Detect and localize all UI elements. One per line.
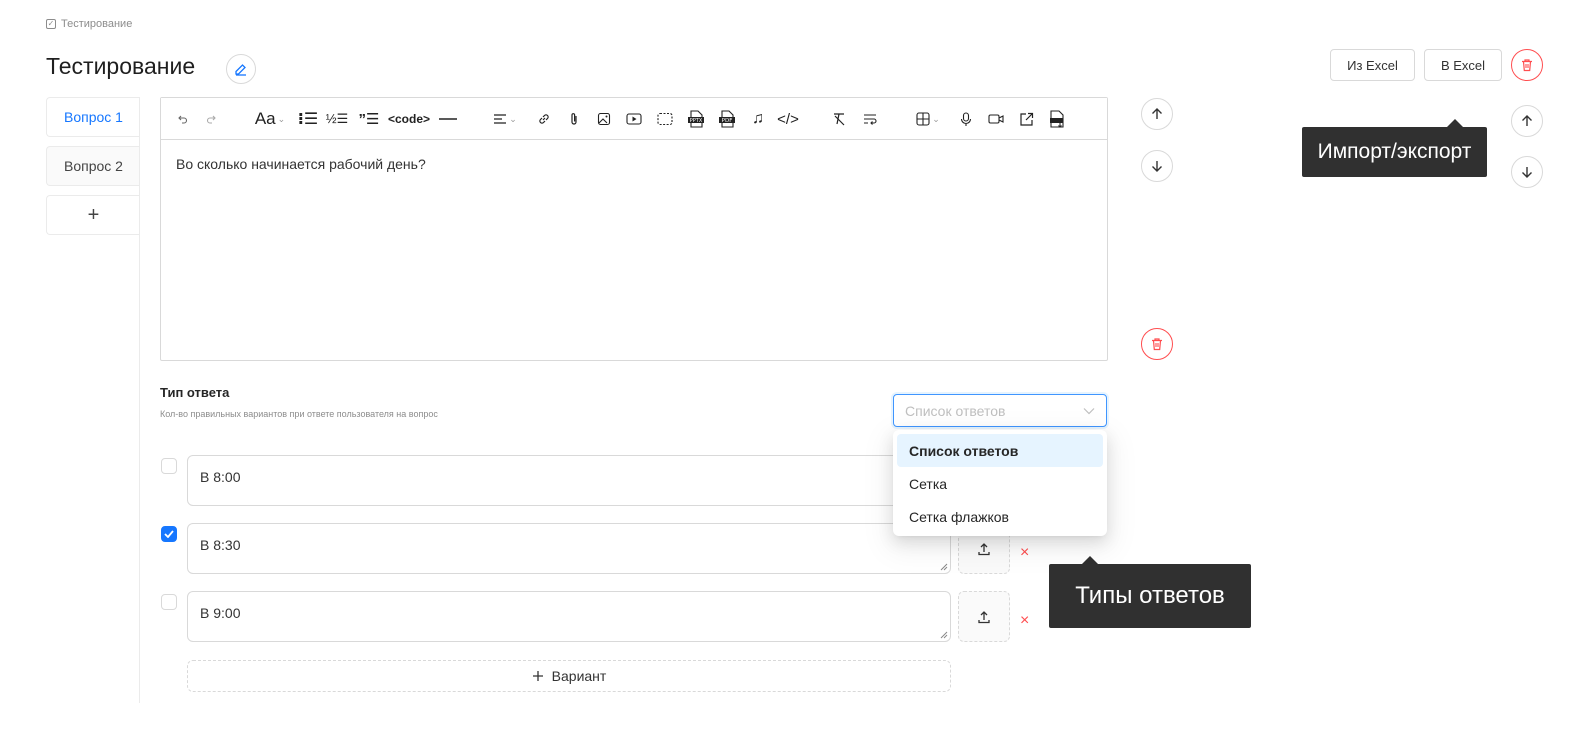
clear-format-icon[interactable] (828, 108, 850, 130)
trash-icon (1152, 338, 1162, 351)
move-down-button[interactable] (1511, 156, 1543, 188)
remove-answer-button[interactable]: × (1020, 544, 1029, 562)
video-icon[interactable] (623, 108, 645, 130)
answer-type-title: Тип ответа (160, 385, 230, 400)
import-excel-button[interactable]: Из Excel (1330, 49, 1415, 81)
link-icon[interactable] (533, 108, 555, 130)
bullet-list-icon[interactable]: ⁝☰ (297, 108, 319, 130)
html-source-button[interactable]: </> (775, 108, 801, 130)
answer-text: В 8:00 (200, 469, 241, 485)
add-question-button[interactable]: + (46, 195, 140, 235)
pptx-icon[interactable]: PPTX (684, 108, 708, 130)
page-title: Тестирование (46, 53, 196, 79)
image-icon[interactable] (593, 108, 615, 130)
answer-input-1[interactable]: В 8:00 (187, 455, 951, 506)
option-checkbox-grid[interactable]: Сетка флажков (897, 500, 1103, 533)
code-button[interactable]: <code> (388, 108, 430, 130)
chevron-down-icon (1083, 407, 1095, 414)
option-grid[interactable]: Сетка (897, 467, 1103, 500)
delete-test-button[interactable] (1511, 49, 1543, 81)
tooltip-import-export: Импорт/экспорт (1302, 127, 1487, 177)
attachment-icon[interactable] (563, 108, 585, 130)
quote-icon[interactable]: ”☰ (357, 108, 381, 130)
svg-text:PDF: PDF (722, 118, 733, 124)
align-dropdown-icon[interactable]: ⌄ (489, 108, 521, 130)
frame-icon[interactable] (654, 108, 676, 130)
editor-content[interactable]: Во сколько начинается рабочий день? (161, 140, 1107, 188)
trash-icon (1522, 59, 1532, 72)
music-icon[interactable]: ♫ (747, 108, 769, 130)
answer-type-subtitle: Кол-во правильных вариантов при ответе п… (160, 409, 438, 419)
upload-button[interactable] (958, 591, 1010, 642)
pdf-icon[interactable]: PDF (715, 108, 739, 130)
tooltip-arrow (1447, 119, 1463, 127)
answer-checkbox-3[interactable] (161, 594, 177, 610)
tab-question-1[interactable]: Вопрос 1 (46, 97, 140, 137)
answer-type-dropdown: Список ответов Сетка Сетка флажков (893, 430, 1107, 536)
export-excel-button[interactable]: В Excel (1424, 49, 1502, 81)
upload-icon (978, 610, 990, 623)
panel-divider (139, 97, 140, 703)
edit-title-button[interactable] (226, 54, 256, 84)
table-dropdown-icon[interactable]: ⌄ (911, 108, 945, 130)
editor-toolbar: Aa ⌄ ⁝☰ ½☰ ”☰ <code> ⌄ PPTX PDF ♫ </> ⌄ (161, 98, 1107, 140)
undo-icon[interactable] (173, 108, 191, 130)
resize-handle-icon[interactable] (940, 631, 948, 639)
breadcrumb: ✓ Тестирование (46, 18, 132, 30)
answer-checkbox-2[interactable] (161, 526, 177, 542)
answer-input-3[interactable]: В 9:00 (187, 591, 951, 642)
checkmark-icon (164, 530, 174, 538)
tooltip-arrow (1082, 556, 1098, 564)
wrap-text-icon[interactable] (859, 108, 881, 130)
document-icon[interactable] (1045, 108, 1069, 130)
answer-text: В 9:00 (200, 605, 241, 621)
checkbox-icon: ✓ (46, 19, 56, 29)
arrow-down-icon (1522, 167, 1532, 178)
delete-question-button[interactable] (1141, 328, 1173, 360)
add-variant-label: Вариант (551, 668, 607, 684)
breadcrumb-label[interactable]: Тестирование (61, 18, 132, 30)
move-up-button[interactable] (1511, 105, 1543, 137)
answer-type-select[interactable]: Список ответов (893, 394, 1107, 427)
arrow-up-icon (1522, 115, 1532, 126)
plus-icon (532, 671, 543, 681)
question-move-down-button[interactable] (1141, 150, 1173, 182)
font-label: Aa (254, 109, 276, 128)
question-tabs: Вопрос 1 Вопрос 2 + (46, 97, 140, 235)
redo-icon[interactable] (203, 108, 221, 130)
upload-icon (978, 542, 990, 555)
answer-input-2[interactable]: В 8:30 (187, 523, 951, 574)
tab-question-2[interactable]: Вопрос 2 (46, 146, 140, 186)
horizontal-rule-icon[interactable] (437, 108, 459, 130)
answer-text: В 8:30 (200, 537, 241, 553)
svg-text:PPTX: PPTX (690, 118, 703, 124)
font-size-dropdown[interactable]: Aa ⌄ (251, 108, 289, 130)
microphone-icon[interactable] (955, 108, 977, 130)
tooltip-answer-types: Типы ответов (1049, 564, 1251, 628)
answer-checkbox-1[interactable] (161, 458, 177, 474)
option-answer-list[interactable]: Список ответов (897, 434, 1103, 467)
camera-icon[interactable] (985, 108, 1007, 130)
question-move-up-button[interactable] (1141, 98, 1173, 130)
remove-answer-button[interactable]: × (1020, 612, 1029, 630)
resize-handle-icon[interactable] (940, 563, 948, 571)
arrow-down-icon (1152, 161, 1162, 172)
question-editor[interactable]: Aa ⌄ ⁝☰ ½☰ ”☰ <code> ⌄ PPTX PDF ♫ </> ⌄ … (160, 97, 1108, 361)
numbered-list-icon[interactable]: ½☰ (326, 108, 349, 130)
pencil-icon (235, 64, 246, 76)
embed-icon[interactable] (1015, 108, 1037, 130)
select-placeholder: Список ответов (905, 402, 1006, 419)
arrow-up-icon (1152, 108, 1162, 119)
add-variant-button[interactable]: Вариант (187, 660, 951, 692)
